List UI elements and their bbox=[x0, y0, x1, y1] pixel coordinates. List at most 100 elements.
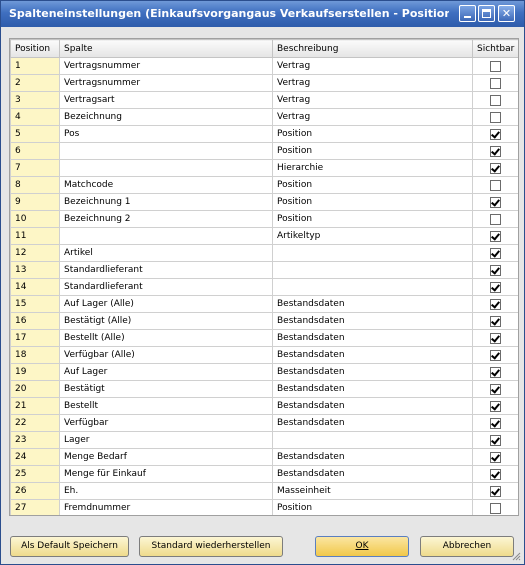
column-cell[interactable]: Menge für Einkauf bbox=[59, 465, 273, 483]
visible-checkbox[interactable] bbox=[490, 264, 501, 276]
table-row[interactable]: 12 Artikel bbox=[10, 244, 518, 262]
column-cell[interactable]: Bezeichnung 2 bbox=[59, 210, 273, 228]
position-cell[interactable]: 26 bbox=[10, 482, 60, 500]
table-row[interactable]: 21 Bestellt Bestandsdaten bbox=[10, 397, 518, 415]
table-row[interactable]: 5 Pos Position bbox=[10, 125, 518, 143]
table-row[interactable]: 7 Hierarchie bbox=[10, 159, 518, 177]
header-position[interactable]: Position bbox=[10, 39, 60, 58]
column-cell[interactable]: Verfügbar (Alle) bbox=[59, 346, 273, 364]
minimize-button[interactable] bbox=[459, 5, 476, 22]
position-cell[interactable]: 16 bbox=[10, 312, 60, 330]
visible-checkbox[interactable] bbox=[490, 298, 501, 310]
column-cell[interactable]: Fremdnummer bbox=[59, 499, 273, 515]
resize-grip-icon[interactable] bbox=[511, 551, 521, 561]
column-cell[interactable]: Bezeichnung 1 bbox=[59, 193, 273, 211]
table-row[interactable]: 3 Vertragsart Vertrag bbox=[10, 91, 518, 109]
position-cell[interactable]: 8 bbox=[10, 176, 60, 194]
visible-checkbox[interactable] bbox=[490, 77, 501, 89]
position-cell[interactable]: 22 bbox=[10, 414, 60, 432]
table-row[interactable]: 18 Verfügbar (Alle) Bestandsdaten bbox=[10, 346, 518, 364]
column-cell[interactable]: Auf Lager (Alle) bbox=[59, 295, 273, 313]
table-row[interactable]: 11 Artikeltyp bbox=[10, 227, 518, 245]
column-cell[interactable]: Bestätigt (Alle) bbox=[59, 312, 273, 330]
column-cell[interactable]: Standardlieferant bbox=[59, 261, 273, 279]
position-cell[interactable]: 11 bbox=[10, 227, 60, 245]
table-row[interactable]: 6 Position bbox=[10, 142, 518, 160]
column-cell[interactable]: Eh. bbox=[59, 482, 273, 500]
visible-checkbox[interactable] bbox=[490, 179, 501, 191]
visible-checkbox[interactable] bbox=[490, 417, 501, 429]
position-cell[interactable]: 1 bbox=[10, 57, 60, 75]
position-cell[interactable]: 13 bbox=[10, 261, 60, 279]
header-description[interactable]: Beschreibung bbox=[272, 39, 473, 58]
position-cell[interactable]: 25 bbox=[10, 465, 60, 483]
visible-checkbox[interactable] bbox=[490, 451, 501, 463]
column-cell[interactable]: Bestellt bbox=[59, 397, 273, 415]
table-row[interactable]: 14 Standardlieferant bbox=[10, 278, 518, 296]
table-row[interactable]: 26 Eh. Masseinheit bbox=[10, 482, 518, 500]
position-cell[interactable]: 4 bbox=[10, 108, 60, 126]
table-row[interactable]: 20 Bestätigt Bestandsdaten bbox=[10, 380, 518, 398]
visible-checkbox[interactable] bbox=[490, 196, 501, 208]
position-cell[interactable]: 20 bbox=[10, 380, 60, 398]
column-cell[interactable] bbox=[59, 227, 273, 245]
column-cell[interactable]: Vertragsart bbox=[59, 91, 273, 109]
position-cell[interactable]: 14 bbox=[10, 278, 60, 296]
column-cell[interactable]: Bezeichnung bbox=[59, 108, 273, 126]
position-cell[interactable]: 2 bbox=[10, 74, 60, 92]
maximize-button[interactable] bbox=[478, 5, 495, 22]
table-row[interactable]: 8 Matchcode Position bbox=[10, 176, 518, 194]
table-row[interactable]: 2 Vertragsnummer Vertrag bbox=[10, 74, 518, 92]
visible-checkbox[interactable] bbox=[490, 485, 501, 497]
visible-checkbox[interactable] bbox=[490, 230, 501, 242]
column-cell[interactable]: Pos bbox=[59, 125, 273, 143]
visible-checkbox[interactable] bbox=[490, 332, 501, 344]
restore-default-button[interactable]: Standard wiederherstellen bbox=[139, 536, 283, 557]
close-button[interactable]: ✕ bbox=[498, 5, 515, 22]
position-cell[interactable]: 7 bbox=[10, 159, 60, 177]
column-cell[interactable] bbox=[59, 159, 273, 177]
table-row[interactable]: 27 Fremdnummer Position bbox=[10, 499, 518, 515]
table-row[interactable]: 13 Standardlieferant bbox=[10, 261, 518, 279]
column-cell[interactable]: Menge Bedarf bbox=[59, 448, 273, 466]
title-bar[interactable]: Spalteneinstellungen (Einkaufsvorgangaus… bbox=[1, 1, 524, 27]
column-cell[interactable] bbox=[59, 142, 273, 160]
visible-checkbox[interactable] bbox=[490, 162, 501, 174]
visible-checkbox[interactable] bbox=[490, 502, 501, 514]
visible-checkbox[interactable] bbox=[490, 315, 501, 327]
column-cell[interactable]: Bestätigt bbox=[59, 380, 273, 398]
column-cell[interactable]: Matchcode bbox=[59, 176, 273, 194]
table-row[interactable]: 17 Bestellt (Alle) Bestandsdaten bbox=[10, 329, 518, 347]
column-cell[interactable]: Auf Lager bbox=[59, 363, 273, 381]
position-cell[interactable]: 21 bbox=[10, 397, 60, 415]
visible-checkbox[interactable] bbox=[490, 281, 501, 293]
column-cell[interactable]: Bestellt (Alle) bbox=[59, 329, 273, 347]
column-cell[interactable]: Vertragsnummer bbox=[59, 74, 273, 92]
column-cell[interactable]: Artikel bbox=[59, 244, 273, 262]
column-cell[interactable]: Lager bbox=[59, 431, 273, 449]
visible-checkbox[interactable] bbox=[490, 213, 501, 225]
position-cell[interactable]: 23 bbox=[10, 431, 60, 449]
position-cell[interactable]: 5 bbox=[10, 125, 60, 143]
table-row[interactable]: 23 Lager bbox=[10, 431, 518, 449]
position-cell[interactable]: 12 bbox=[10, 244, 60, 262]
visible-checkbox[interactable] bbox=[490, 128, 501, 140]
visible-checkbox[interactable] bbox=[490, 60, 501, 72]
table-row[interactable]: 10 Bezeichnung 2 Position bbox=[10, 210, 518, 228]
header-visible[interactable]: Sichtbar bbox=[472, 39, 518, 58]
visible-checkbox[interactable] bbox=[490, 94, 501, 106]
table-row[interactable]: 24 Menge Bedarf Bestandsdaten bbox=[10, 448, 518, 466]
column-cell[interactable]: Standardlieferant bbox=[59, 278, 273, 296]
position-cell[interactable]: 15 bbox=[10, 295, 60, 313]
visible-checkbox[interactable] bbox=[490, 434, 501, 446]
table-row[interactable]: 1 Vertragsnummer Vertrag bbox=[10, 57, 518, 75]
position-cell[interactable]: 19 bbox=[10, 363, 60, 381]
column-cell[interactable]: Verfügbar bbox=[59, 414, 273, 432]
position-cell[interactable]: 24 bbox=[10, 448, 60, 466]
position-cell[interactable]: 18 bbox=[10, 346, 60, 364]
position-cell[interactable]: 10 bbox=[10, 210, 60, 228]
position-cell[interactable]: 17 bbox=[10, 329, 60, 347]
table-row[interactable]: 4 Bezeichnung Vertrag bbox=[10, 108, 518, 126]
ok-button[interactable]: OK bbox=[315, 536, 409, 557]
table-row[interactable]: 15 Auf Lager (Alle) Bestandsdaten bbox=[10, 295, 518, 313]
